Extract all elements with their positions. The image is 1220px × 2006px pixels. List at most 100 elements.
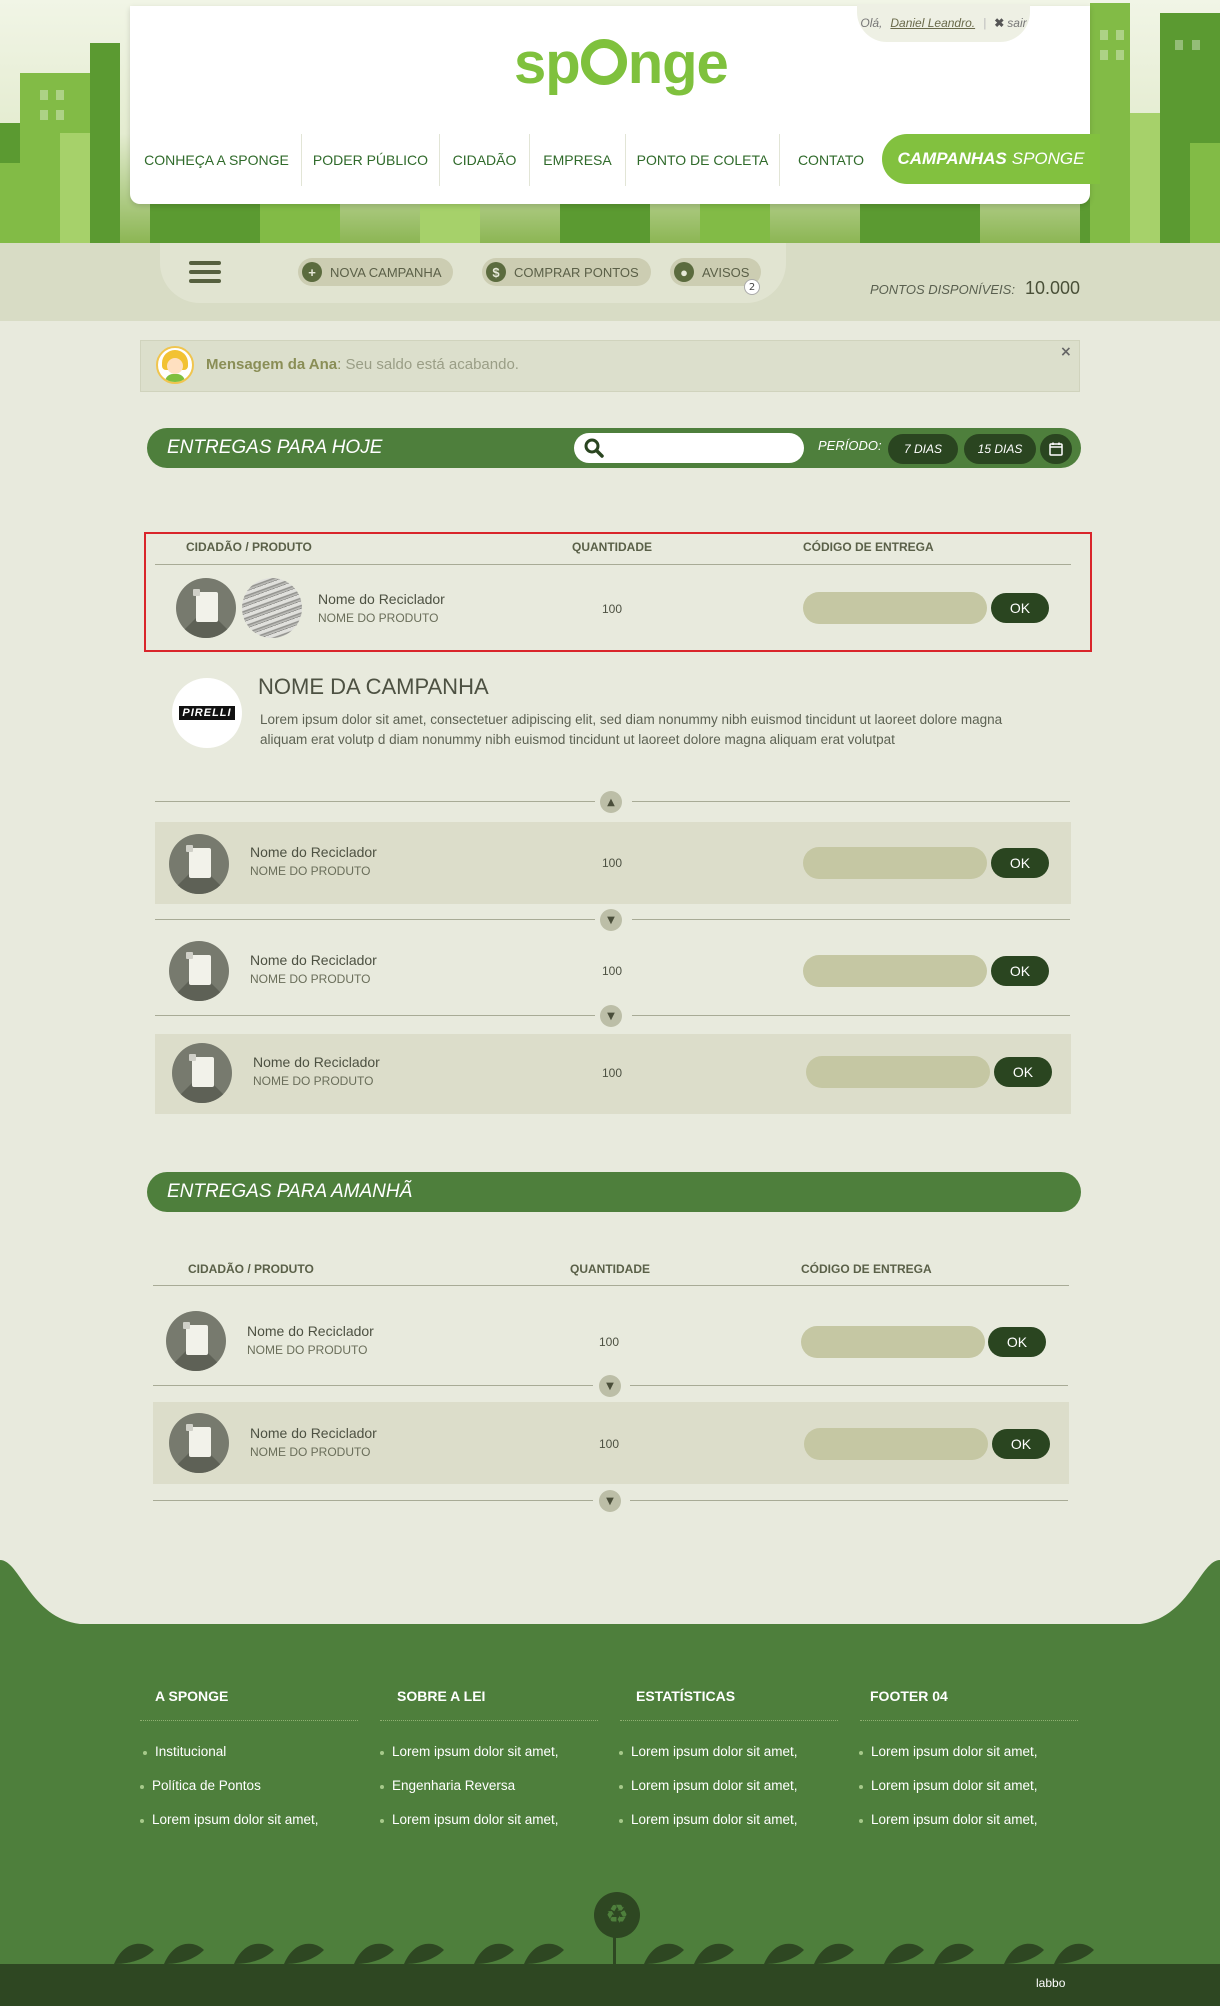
quantity: 100: [599, 1437, 620, 1451]
delivery-code-input[interactable]: [803, 955, 987, 987]
row-separator: [632, 1015, 1070, 1016]
nav-campanhas-sponge[interactable]: CAMPANHAS SPONGE: [882, 134, 1100, 184]
product-name: NOME DO PRODUTO: [250, 864, 371, 878]
row-separator: [632, 919, 1070, 920]
delivery-code-input[interactable]: [804, 1428, 988, 1460]
close-message-icon[interactable]: ×: [1060, 344, 1072, 360]
buy-points-button[interactable]: $ COMPRAR PONTOS: [482, 258, 651, 286]
quantity: 100: [599, 1335, 620, 1349]
recycle-leaf-icon: [580, 39, 627, 85]
footer-link[interactable]: Lorem ipsum dolor sit amet,: [380, 1812, 559, 1827]
row-separator: [153, 1500, 593, 1501]
footer-link[interactable]: Lorem ipsum dolor sit amet,: [140, 1812, 319, 1827]
campaign-description: Lorem ipsum dolor sit amet, consectetuer…: [260, 712, 1003, 747]
footer-col-1-title: A SPONGE: [155, 1688, 229, 1704]
close-icon: ✖: [994, 16, 1005, 30]
quantity: 100: [602, 856, 623, 870]
col-header-quantidade: QUANTIDADE: [570, 1262, 650, 1276]
period-15-days-button[interactable]: 15 DIAS: [964, 434, 1036, 464]
recycler-name: Nome do Reciclador: [247, 1323, 374, 1339]
calendar-icon: [1049, 442, 1063, 456]
header-divider: [153, 1285, 1069, 1286]
chat-bubble-icon: ●: [674, 262, 694, 282]
expand-down-icon[interactable]: ▼: [600, 1005, 622, 1027]
recycle-icon: ♻: [594, 1892, 640, 1938]
points-value: 10.000: [1024, 278, 1080, 298]
expand-down-icon[interactable]: ▼: [599, 1375, 621, 1397]
product-name: NOME DO PRODUTO: [250, 1445, 371, 1459]
delivery-code-input[interactable]: [803, 847, 987, 879]
footer-link[interactable]: Institucional: [142, 1744, 226, 1759]
nav-ponto-de-coleta[interactable]: PONTO DE COLETA: [626, 134, 780, 186]
sponge-logo[interactable]: sp nge: [514, 30, 729, 97]
footer-col-3-title: ESTATÍSTICAS: [636, 1688, 736, 1704]
document-icon: [183, 1322, 208, 1355]
expand-down-icon[interactable]: ▼: [600, 909, 622, 931]
product-name: NOME DO PRODUTO: [247, 1343, 368, 1357]
ok-button[interactable]: OK: [992, 1429, 1050, 1459]
footer-link[interactable]: Lorem ipsum dolor sit amet,: [619, 1744, 798, 1759]
section-tomorrow-bar: ENTREGAS PARA AMANHÃ: [147, 1172, 1081, 1212]
points-available: PONTOS DISPONÍVEIS: 10.000: [869, 278, 1080, 298]
product-name: NOME DO PRODUTO: [253, 1074, 374, 1088]
footer-link[interactable]: Lorem ipsum dolor sit amet,: [859, 1778, 1038, 1793]
footer-col-4-title: FOOTER 04: [870, 1688, 948, 1704]
highlighted-row-frame: [144, 532, 1092, 652]
calendar-button[interactable]: [1040, 434, 1072, 464]
recycler-name: Nome do Reciclador: [250, 844, 377, 860]
footer-link[interactable]: Lorem ipsum dolor sit amet,: [859, 1812, 1038, 1827]
notices-count-badge: 2: [744, 279, 760, 295]
nav-empresa[interactable]: EMPRESA: [530, 134, 626, 186]
new-campaign-button[interactable]: + NOVA CAMPANHA: [298, 258, 454, 286]
document-icon: [186, 845, 211, 878]
footer-link[interactable]: Lorem ipsum dolor sit amet,: [859, 1744, 1038, 1759]
footer-divider: [380, 1720, 598, 1721]
ok-button[interactable]: OK: [994, 1057, 1052, 1087]
footer-divider: [140, 1720, 358, 1721]
row-separator: [155, 1015, 595, 1016]
footer-link[interactable]: Engenharia Reversa: [379, 1778, 515, 1793]
document-icon: [186, 1424, 211, 1457]
row-separator: [630, 1500, 1068, 1501]
period-label: PERÍODO:: [818, 438, 882, 453]
dollar-icon: $: [486, 262, 506, 282]
period-7-days-button[interactable]: 7 DIAS: [888, 434, 958, 464]
separator: |: [983, 16, 987, 30]
logout-link[interactable]: ✖ sair: [994, 16, 1026, 30]
document-icon: [186, 952, 211, 985]
nav-poder-publico[interactable]: PODER PÚBLICO: [302, 134, 440, 186]
row-separator: [630, 1385, 1068, 1386]
ok-button[interactable]: OK: [988, 1327, 1046, 1357]
menu-icon[interactable]: [189, 261, 221, 283]
ok-button[interactable]: OK: [991, 956, 1049, 986]
quantity: 100: [602, 1066, 623, 1080]
ana-avatar: [156, 346, 194, 384]
user-bar: Olá, Daniel Leandro. | ✖ sair: [857, 4, 1030, 42]
footer-link[interactable]: Lorem ipsum dolor sit amet,: [380, 1744, 559, 1759]
footer-col-2-title: SOBRE A LEI: [397, 1688, 486, 1704]
nav-conheca-sponge[interactable]: CONHEÇA A SPONGE: [132, 134, 302, 186]
nav-cidadao[interactable]: CIDADÃO: [440, 134, 530, 186]
footer-link[interactable]: Lorem ipsum dolor sit amet,: [619, 1778, 798, 1793]
delivery-code-input[interactable]: [801, 1326, 985, 1358]
quantity: 100: [602, 964, 623, 978]
search-input[interactable]: [574, 433, 804, 463]
row-separator: [632, 801, 1070, 802]
campaign-name: NOME DA CAMPANHA: [258, 674, 489, 699]
nav-contato[interactable]: CONTATO: [780, 134, 882, 186]
user-name-link[interactable]: Daniel Leandro.: [890, 16, 975, 30]
recycler-name: Nome do Reciclador: [253, 1054, 380, 1070]
collapse-up-icon[interactable]: ▲: [600, 791, 622, 813]
product-placeholder-avatar: [169, 941, 229, 1001]
delivery-code-input[interactable]: [806, 1056, 990, 1088]
footer-divider: [860, 1720, 1078, 1721]
product-name: NOME DO PRODUTO: [250, 972, 371, 986]
section-title: ENTREGAS PARA AMANHÃ: [167, 1181, 413, 1202]
footer-link[interactable]: Lorem ipsum dolor sit amet,: [619, 1812, 798, 1827]
footer-link[interactable]: Política de Pontos: [140, 1778, 261, 1793]
labbo-credit[interactable]: labbo: [1036, 1976, 1065, 1990]
product-placeholder-avatar: [172, 1043, 232, 1103]
document-icon: [189, 1054, 214, 1087]
expand-down-icon[interactable]: ▼: [599, 1490, 621, 1512]
ok-button[interactable]: OK: [991, 848, 1049, 878]
